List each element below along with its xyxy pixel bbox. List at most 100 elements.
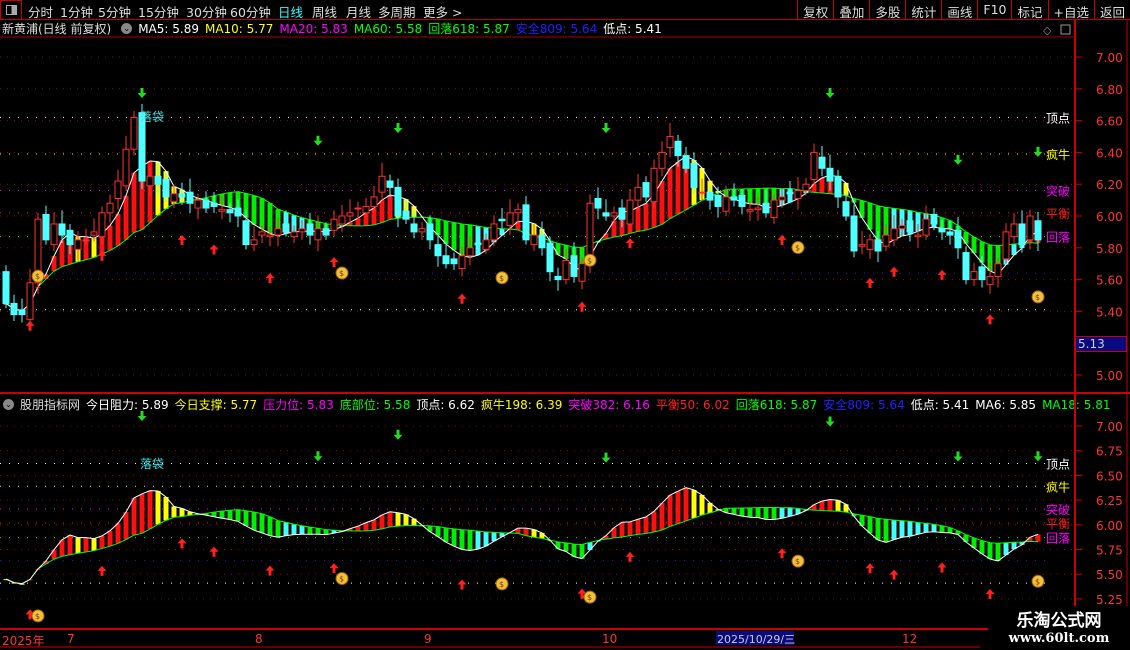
candle-body	[266, 234, 274, 238]
candle-body	[890, 228, 898, 241]
candle-body	[474, 242, 482, 246]
time-label: 7	[67, 632, 75, 646]
candle-body	[922, 218, 930, 236]
ma-band-bar	[643, 203, 649, 231]
buy-arrow-icon	[777, 234, 787, 245]
ma-band-bar	[131, 497, 137, 536]
candle-body	[834, 175, 842, 198]
candle-body	[778, 196, 786, 201]
y-tick-label: 6.20	[1096, 178, 1123, 192]
candle-body	[762, 202, 770, 214]
ma-band-bar	[243, 510, 249, 526]
candle-body	[346, 212, 354, 217]
candle-body	[498, 218, 506, 222]
candle-body	[458, 255, 466, 269]
ma-band-bar	[659, 503, 665, 531]
ma-band-bar	[443, 220, 449, 244]
ma-band-bar	[923, 523, 929, 533]
buy-arrow-icon	[865, 277, 875, 288]
candle-body	[338, 215, 346, 225]
money-bag-icon: $	[335, 266, 349, 280]
candle-body	[170, 193, 178, 203]
money-bag-symbol: $	[795, 244, 800, 253]
ma-band-bar	[379, 514, 385, 529]
money-bag-symbol: $	[35, 272, 40, 281]
ma-band-bar	[451, 222, 457, 251]
candle-body	[522, 204, 530, 241]
y-tick-label: 5.60	[1096, 274, 1123, 288]
candle-body	[218, 209, 226, 212]
ma-band-bar	[675, 161, 681, 215]
ma-band-bar	[67, 535, 73, 555]
ma-band-bar	[995, 543, 1001, 561]
ma-band-bar	[539, 532, 545, 539]
candle-body	[770, 199, 778, 219]
candle-body	[994, 263, 1002, 277]
sell-arrow-icon	[601, 452, 611, 463]
sell-arrow-icon	[313, 451, 323, 462]
candle-body	[202, 199, 210, 209]
buy-arrow-icon	[777, 548, 787, 559]
y-tick-label: 6.40	[1096, 146, 1123, 160]
candle-body	[594, 198, 602, 209]
watermark-logo: 乐淘公式网 www.60lt.com	[988, 606, 1130, 650]
candle-body	[794, 190, 802, 200]
ma-band-bar	[307, 527, 313, 535]
candle-body	[402, 210, 410, 220]
money-bag-symbol: $	[1035, 293, 1040, 302]
ma-band-bar	[779, 507, 785, 519]
candle-body	[730, 196, 738, 201]
money-bag-symbol: $	[499, 580, 504, 589]
ma-band-bar	[675, 491, 681, 524]
candle-body	[674, 140, 682, 157]
time-label: 10	[602, 632, 618, 646]
ma-band-bar	[843, 504, 849, 513]
candle-body	[74, 239, 82, 250]
candle-body	[290, 231, 298, 238]
y-tick-label: 6.75	[1096, 445, 1123, 459]
candle-body	[514, 209, 522, 214]
ma-band-bar	[819, 177, 825, 194]
candle-body	[706, 191, 714, 201]
candle-body	[258, 231, 266, 236]
candle-body	[418, 228, 426, 233]
candle-body	[858, 244, 866, 247]
buy-arrow-icon	[457, 293, 467, 304]
ma-band-bar	[907, 521, 913, 537]
candle-body	[930, 213, 938, 225]
candle-body	[250, 239, 258, 246]
chart-canvas[interactable]: 7.00 6.80 6.60 6.40 6.20 6.00 5.80 5.60 5.40 5.00…	[0, 0, 1130, 650]
y-tick-label: 5.00	[1096, 369, 1123, 383]
ma-band-bar	[867, 516, 873, 534]
sell-arrow-icon	[1033, 146, 1043, 157]
candle-body	[386, 180, 394, 188]
ma-band-bar	[387, 195, 393, 220]
ma-band-bar	[299, 525, 305, 535]
candle-body	[10, 302, 18, 316]
y-tick-label: 6.00	[1096, 519, 1123, 533]
cursor-date-tag: 2025/10/29/三	[716, 631, 796, 646]
ma-band-bar	[987, 542, 993, 559]
sell-arrow-icon	[825, 416, 835, 427]
ma-band-bar	[875, 518, 881, 541]
panel-icon	[1060, 24, 1071, 35]
y-tick-label: 7.00	[1096, 420, 1123, 434]
ma-band-bar	[475, 531, 481, 550]
buy-arrow-icon	[985, 314, 995, 325]
money-bag-icon: $	[583, 253, 597, 267]
candle-body	[690, 163, 698, 188]
candle-body	[354, 207, 362, 210]
sell-arrow-icon	[137, 410, 147, 421]
ma-band-bar	[683, 487, 689, 521]
candle-body	[698, 191, 706, 194]
ma-band-bar	[51, 549, 57, 560]
ma-short-line	[5, 487, 1039, 585]
candle-body	[914, 234, 922, 238]
ma-band-bar	[827, 499, 833, 511]
buy-arrow-icon	[889, 569, 899, 580]
candle-body	[410, 223, 418, 233]
time-label: 2025年	[2, 634, 45, 648]
candle-body	[330, 218, 338, 231]
ma-band-bar	[147, 490, 153, 529]
ma-band-bar	[51, 256, 57, 272]
